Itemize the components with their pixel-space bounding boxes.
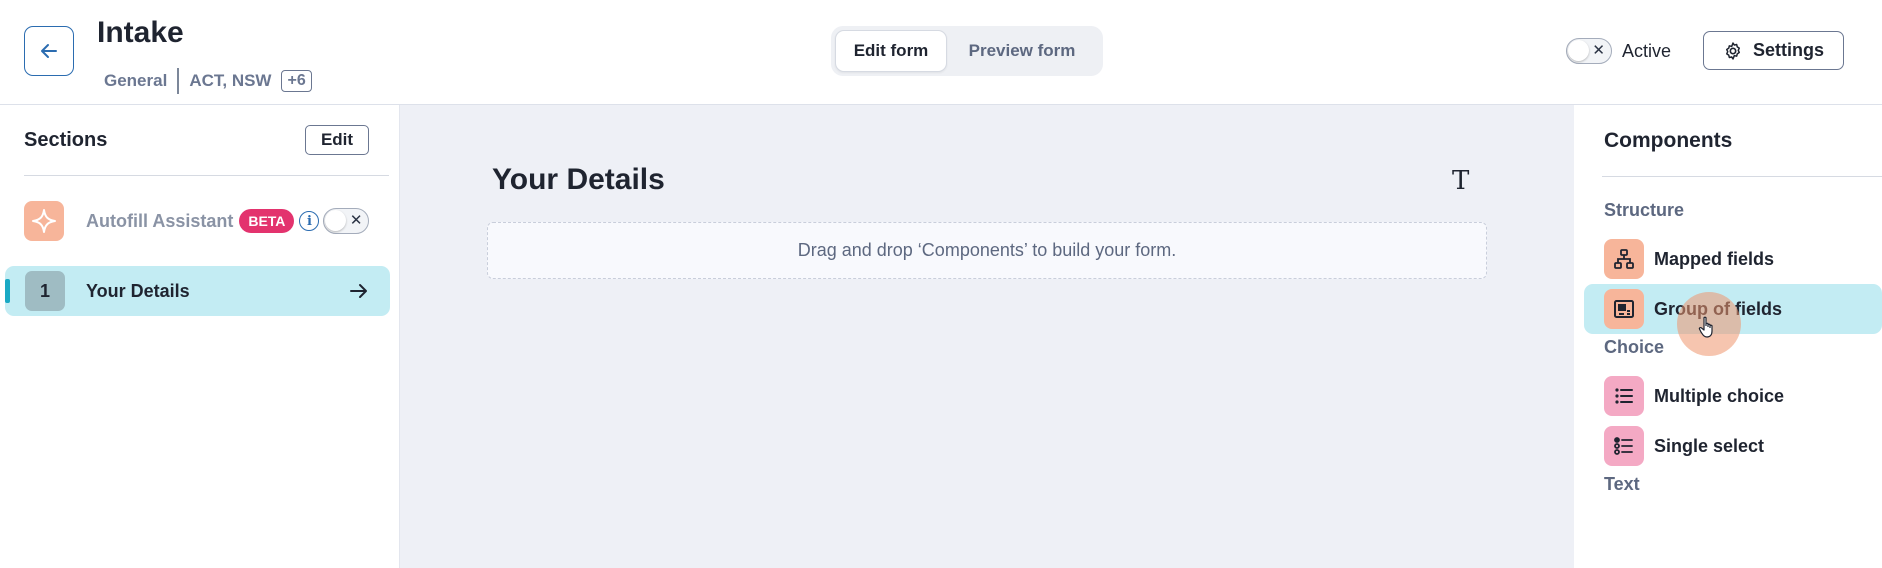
form-section-title[interactable]: Your Details (492, 163, 665, 197)
settings-button[interactable]: Settings (1703, 31, 1844, 70)
edit-sections-button[interactable]: Edit (305, 125, 369, 155)
gear-icon (1725, 41, 1740, 60)
tab-preview-form[interactable]: Preview form (947, 30, 1097, 72)
page-title: Intake (97, 16, 184, 49)
active-toggle[interactable]: ✕ Active (1566, 38, 1671, 64)
form-canvas: Your Details T Drag and drop ‘Components… (400, 105, 1574, 568)
list-icon (1604, 376, 1644, 416)
info-icon[interactable]: i (299, 211, 320, 231)
component-mapped-fields[interactable]: Mapped fields (1584, 234, 1882, 284)
selection-indicator (5, 279, 10, 303)
component-label: Group of fields (1654, 298, 1782, 319)
sitemap-icon (1604, 239, 1644, 279)
section-label: Your Details (86, 280, 190, 301)
switch-knob (1568, 40, 1589, 61)
component-single-select[interactable]: Single select (1584, 421, 1882, 471)
divider (24, 175, 389, 176)
divider (1602, 176, 1882, 177)
category-label: General (104, 71, 168, 90)
component-group-of-fields[interactable]: Group of fields (1584, 284, 1882, 334)
section-item-your-details[interactable]: 1 Your Details (5, 266, 390, 316)
sparkle-icon (24, 201, 64, 241)
tab-edit-form[interactable]: Edit form (835, 30, 947, 72)
autofill-label: Autofill Assistant (86, 210, 234, 231)
radio-list-icon (1604, 426, 1644, 466)
beta-badge: BETA (239, 209, 295, 233)
back-button[interactable] (24, 26, 74, 76)
arrow-right-icon (350, 284, 367, 298)
active-switch[interactable]: ✕ (1566, 38, 1612, 64)
regions-more-badge[interactable]: +6 (281, 70, 312, 92)
section-number: 1 (25, 271, 65, 311)
group-label-text: Text (1604, 474, 1640, 494)
text-format-icon[interactable]: T (1452, 166, 1469, 196)
component-label: Multiple choice (1654, 385, 1785, 406)
top-bar: Intake General ACT, NSW +6 Edit form Pre… (0, 0, 1882, 105)
component-label: Single select (1654, 435, 1765, 456)
close-icon: ✕ (1592, 42, 1605, 59)
autofill-assistant-row: Autofill Assistant BETA i ✕ (24, 200, 384, 242)
sections-title: Sections (24, 129, 108, 151)
arrow-left-icon (41, 44, 57, 58)
components-title: Components (1604, 129, 1733, 152)
component-label: Mapped fields (1654, 248, 1775, 269)
mode-toggle: Edit form Preview form (831, 26, 1103, 76)
components-panel: Components Structure Mapped fields Group… (1574, 105, 1882, 568)
form-meta: General ACT, NSW +6 (104, 68, 312, 94)
switch-knob (325, 210, 347, 231)
divider (177, 68, 180, 94)
active-label: Active (1622, 40, 1672, 61)
autofill-switch[interactable]: ✕ (323, 208, 370, 234)
group-label-choice: Choice (1604, 337, 1665, 357)
settings-label: Settings (1752, 40, 1824, 60)
component-multiple-choice[interactable]: Multiple choice (1584, 371, 1882, 421)
group-label-structure: Structure (1604, 200, 1685, 220)
close-icon: ✕ (349, 212, 363, 229)
component-dropzone[interactable]: Drag and drop ‘Components’ to build your… (487, 222, 1487, 279)
group-fields-icon (1604, 289, 1644, 329)
sections-panel: Sections Edit Autofill Assistant BETA i … (0, 105, 400, 568)
regions-label: ACT, NSW (189, 71, 272, 90)
